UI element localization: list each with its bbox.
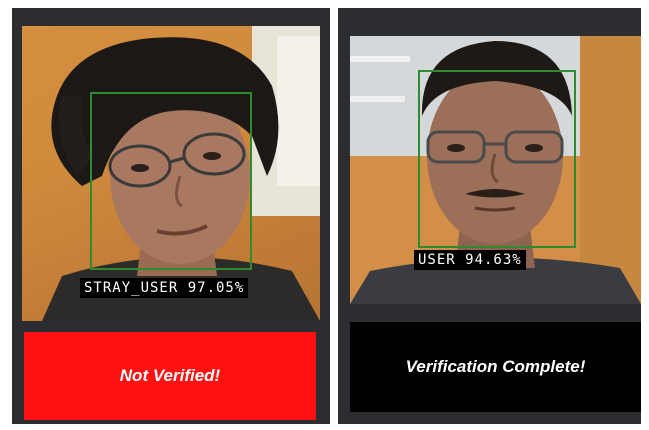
- status-verification-complete: Verification Complete!: [350, 322, 641, 412]
- camera-frame: USER 94.63%: [350, 36, 641, 304]
- verification-panel-right: USER 94.63% Verification Complete!: [338, 8, 641, 424]
- face-detection-box: [90, 92, 252, 270]
- verification-panel-left: STRAY_USER 97.05% Not Verified!: [12, 8, 330, 424]
- face-detection-box: [418, 70, 576, 248]
- camera-frame: STRAY_USER 97.05%: [22, 26, 320, 321]
- face-label: USER 94.63%: [414, 250, 526, 270]
- face-label: STRAY_USER 97.05%: [80, 278, 249, 298]
- status-not-verified: Not Verified!: [24, 332, 316, 420]
